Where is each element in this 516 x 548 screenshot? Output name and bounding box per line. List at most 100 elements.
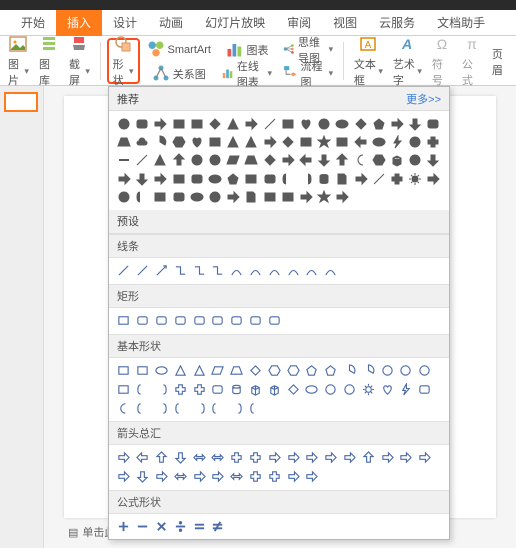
shape-item[interactable] <box>170 115 188 133</box>
shape-item[interactable] <box>303 380 321 398</box>
shape-item[interactable] <box>333 188 351 206</box>
shape-item[interactable] <box>228 262 246 280</box>
shape-item[interactable] <box>322 262 340 280</box>
shape-item[interactable] <box>153 380 171 398</box>
shape-item[interactable] <box>190 468 208 486</box>
shape-item[interactable] <box>133 170 151 188</box>
shape-item[interactable] <box>261 151 279 169</box>
shape-item[interactable] <box>134 362 152 380</box>
tab-cloud[interactable]: 云服务 <box>368 10 426 36</box>
btn-chart[interactable]: 图表 <box>217 38 276 60</box>
shape-item[interactable] <box>242 115 260 133</box>
btn-gallery[interactable]: 图库 <box>35 38 63 84</box>
tab-anim[interactable]: 动画 <box>148 10 194 36</box>
shape-item[interactable] <box>134 312 152 330</box>
shape-item[interactable] <box>351 115 369 133</box>
link-more[interactable]: 更多>> <box>406 91 441 107</box>
shape-item[interactable] <box>209 518 227 536</box>
shape-item[interactable] <box>297 170 315 188</box>
shape-item[interactable] <box>406 151 424 169</box>
btn-symbol[interactable]: Ω 符号 <box>428 38 456 84</box>
shape-item[interactable] <box>265 449 283 467</box>
shape-item[interactable] <box>209 468 227 486</box>
shape-item[interactable] <box>359 449 377 467</box>
shape-item[interactable] <box>224 170 242 188</box>
shape-item[interactable] <box>171 380 189 398</box>
shape-item[interactable] <box>206 133 224 151</box>
shape-item[interactable] <box>378 380 396 398</box>
shape-item[interactable] <box>370 133 388 151</box>
shape-item[interactable] <box>209 362 227 380</box>
shape-item[interactable] <box>190 449 208 467</box>
shape-item[interactable] <box>115 380 133 398</box>
shape-item[interactable] <box>247 380 265 398</box>
shape-item[interactable] <box>359 362 377 380</box>
shape-item[interactable] <box>247 262 265 280</box>
shape-item[interactable] <box>279 188 297 206</box>
shape-item[interactable] <box>171 449 189 467</box>
shape-item[interactable] <box>351 133 369 151</box>
shape-item[interactable] <box>378 362 396 380</box>
shape-item[interactable] <box>170 170 188 188</box>
shape-item[interactable] <box>115 362 133 380</box>
shape-item[interactable] <box>247 399 265 417</box>
shape-item[interactable] <box>115 133 133 151</box>
shape-item[interactable] <box>261 133 279 151</box>
btn-onlinechart[interactable]: 在线图表 <box>217 62 276 84</box>
shape-item[interactable] <box>153 518 171 536</box>
shape-item[interactable] <box>190 399 208 417</box>
shape-item[interactable] <box>247 312 265 330</box>
shape-item[interactable] <box>242 151 260 169</box>
shape-item[interactable] <box>209 399 227 417</box>
shape-item[interactable] <box>188 188 206 206</box>
shape-item[interactable] <box>397 362 415 380</box>
shape-item[interactable] <box>134 262 152 280</box>
shape-item[interactable] <box>190 262 208 280</box>
shape-item[interactable] <box>228 468 246 486</box>
shape-item[interactable] <box>206 188 224 206</box>
shape-item[interactable] <box>171 262 189 280</box>
tab-view[interactable]: 视图 <box>322 10 368 36</box>
shape-item[interactable] <box>134 468 152 486</box>
shape-item[interactable] <box>416 449 434 467</box>
shape-item[interactable] <box>224 188 242 206</box>
shape-item[interactable] <box>134 449 152 467</box>
shape-item[interactable] <box>247 449 265 467</box>
shape-item[interactable] <box>171 362 189 380</box>
shape-item[interactable] <box>228 362 246 380</box>
shape-item[interactable] <box>333 151 351 169</box>
shape-item[interactable] <box>133 151 151 169</box>
thumbnail-1[interactable] <box>4 92 38 112</box>
btn-formula[interactable]: π 公式 <box>458 38 486 84</box>
shape-item[interactable] <box>388 133 406 151</box>
btn-textbox[interactable]: A 文本框 <box>350 38 387 84</box>
shape-item[interactable] <box>284 362 302 380</box>
shape-item[interactable] <box>242 133 260 151</box>
shape-item[interactable] <box>303 262 321 280</box>
shape-item[interactable] <box>190 380 208 398</box>
shape-item[interactable] <box>151 170 169 188</box>
btn-flowchart[interactable]: 流程图 <box>278 62 337 84</box>
shape-item[interactable] <box>228 449 246 467</box>
shape-item[interactable] <box>188 151 206 169</box>
shape-item[interactable] <box>265 312 283 330</box>
shape-item[interactable] <box>370 151 388 169</box>
shape-item[interactable] <box>133 115 151 133</box>
shape-item[interactable] <box>397 380 415 398</box>
shape-item[interactable] <box>188 115 206 133</box>
shape-item[interactable] <box>153 262 171 280</box>
shape-item[interactable] <box>333 115 351 133</box>
shape-item[interactable] <box>322 380 340 398</box>
shape-item[interactable] <box>424 133 442 151</box>
shape-item[interactable] <box>265 468 283 486</box>
shape-item[interactable] <box>351 170 369 188</box>
shape-item[interactable] <box>279 151 297 169</box>
shape-item[interactable] <box>224 151 242 169</box>
shape-item[interactable] <box>424 115 442 133</box>
btn-layers[interactable]: 页眉 <box>488 38 512 84</box>
shape-item[interactable] <box>397 449 415 467</box>
btn-wordart[interactable]: A 艺术字 <box>389 38 426 84</box>
shape-item[interactable] <box>170 133 188 151</box>
shape-item[interactable] <box>209 312 227 330</box>
shape-item[interactable] <box>370 115 388 133</box>
